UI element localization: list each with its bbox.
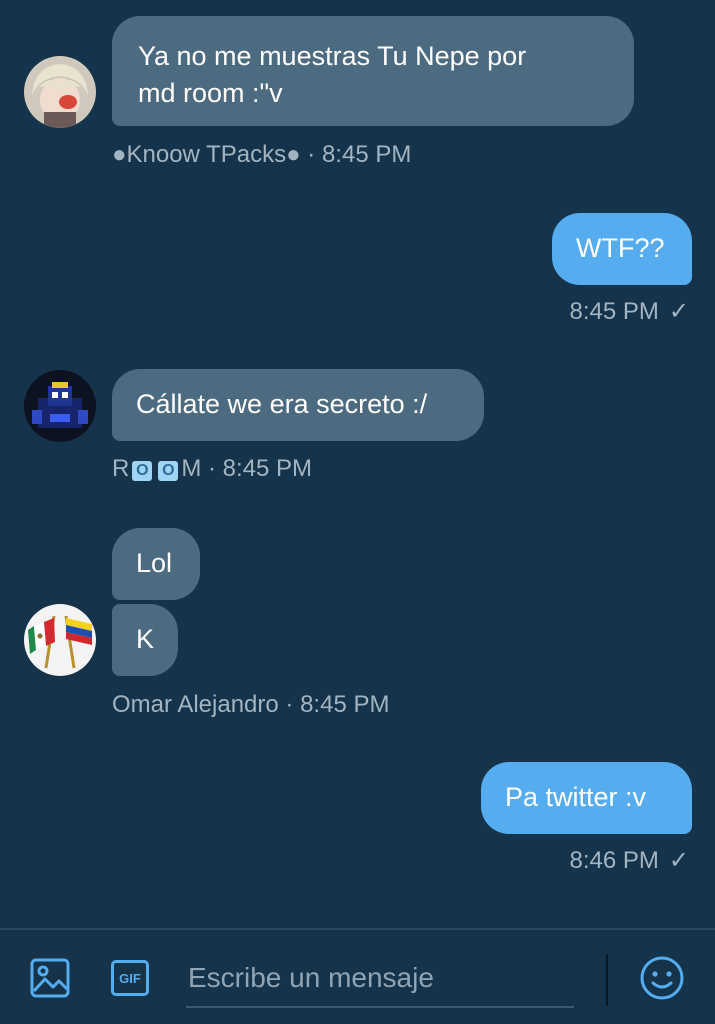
meta-separator: ·: [201, 455, 223, 482]
message-meta: 8:46 PM ✓: [570, 846, 690, 876]
message-bubble-incoming[interactable]: Ya no me muestras Tu Nepe por md room :"…: [112, 16, 634, 126]
sender-name-square-o: O: [158, 461, 179, 481]
timestamp: 8:45 PM: [300, 691, 390, 718]
anime-avatar-icon: [24, 56, 96, 128]
emoji-button[interactable]: [636, 952, 688, 1004]
flags-avatar-icon: [24, 604, 96, 676]
timestamp: 8:45 PM: [222, 455, 313, 482]
sender-name[interactable]: ROOM: [112, 455, 201, 482]
timestamp: 8:45 PM: [569, 298, 659, 325]
message-text: WTF??: [576, 233, 665, 263]
message-text: Pa twitter :v: [505, 782, 647, 812]
message-text: Cállate we era secreto :/: [136, 389, 428, 419]
sender-name-part: R: [112, 455, 130, 482]
message-text-line: md room :"v: [138, 78, 283, 108]
sender-name[interactable]: Omar Alejandro: [112, 691, 279, 718]
meta-separator: ·: [300, 141, 322, 168]
message-meta: 8:45 PM ✓: [570, 297, 690, 327]
add-gif-button[interactable]: GIF: [104, 952, 156, 1004]
message-text: Lol: [136, 548, 173, 578]
image-icon: [30, 958, 70, 998]
message-bubble-incoming[interactable]: Lol: [112, 528, 200, 600]
timestamp: 8:45 PM: [321, 141, 412, 168]
emoji-icon: [640, 956, 684, 1000]
timestamp: 8:46 PM: [569, 847, 659, 874]
game-character-avatar-icon: [24, 370, 96, 442]
add-photo-button[interactable]: [24, 952, 76, 1004]
message-bubble-outgoing[interactable]: WTF??: [552, 213, 692, 285]
message-bubble-incoming[interactable]: K: [112, 604, 178, 676]
message-input[interactable]: [186, 950, 574, 1008]
avatar-room[interactable]: [24, 370, 96, 442]
message-text-line: Ya no me muestras Tu Nepe por: [138, 41, 527, 71]
message-meta: Omar Alejandro · 8:45 PM: [112, 690, 389, 720]
conversation: Ya no me muestras Tu Nepe por md room :"…: [0, 0, 715, 928]
gif-icon: GIF: [111, 960, 149, 996]
avatar-knoow-tpacks[interactable]: [24, 56, 96, 128]
message-bubble-outgoing[interactable]: Pa twitter :v: [481, 762, 692, 834]
composer-divider: [606, 954, 608, 1006]
sender-name-part: M: [181, 455, 202, 482]
sender-name[interactable]: ●Knoow TPacks●: [112, 141, 301, 168]
message-bubble-incoming[interactable]: Cállate we era secreto :/: [112, 369, 484, 441]
message-meta: ROOM · 8:45 PM: [112, 454, 312, 484]
avatar-omar-alejandro[interactable]: [24, 604, 96, 676]
sent-check-icon: ✓: [668, 298, 689, 325]
sender-name-square-o: O: [132, 461, 153, 481]
gif-icon-label: GIF: [119, 970, 141, 986]
message-text: K: [136, 624, 155, 654]
sent-check-icon: ✓: [668, 847, 689, 874]
message-meta: ●Knoow TPacks● · 8:45 PM: [112, 140, 411, 170]
meta-separator: ·: [278, 691, 301, 718]
message-composer: GIF: [0, 928, 715, 1024]
dm-screen: Ya no me muestras Tu Nepe por md room :"…: [0, 0, 715, 1024]
